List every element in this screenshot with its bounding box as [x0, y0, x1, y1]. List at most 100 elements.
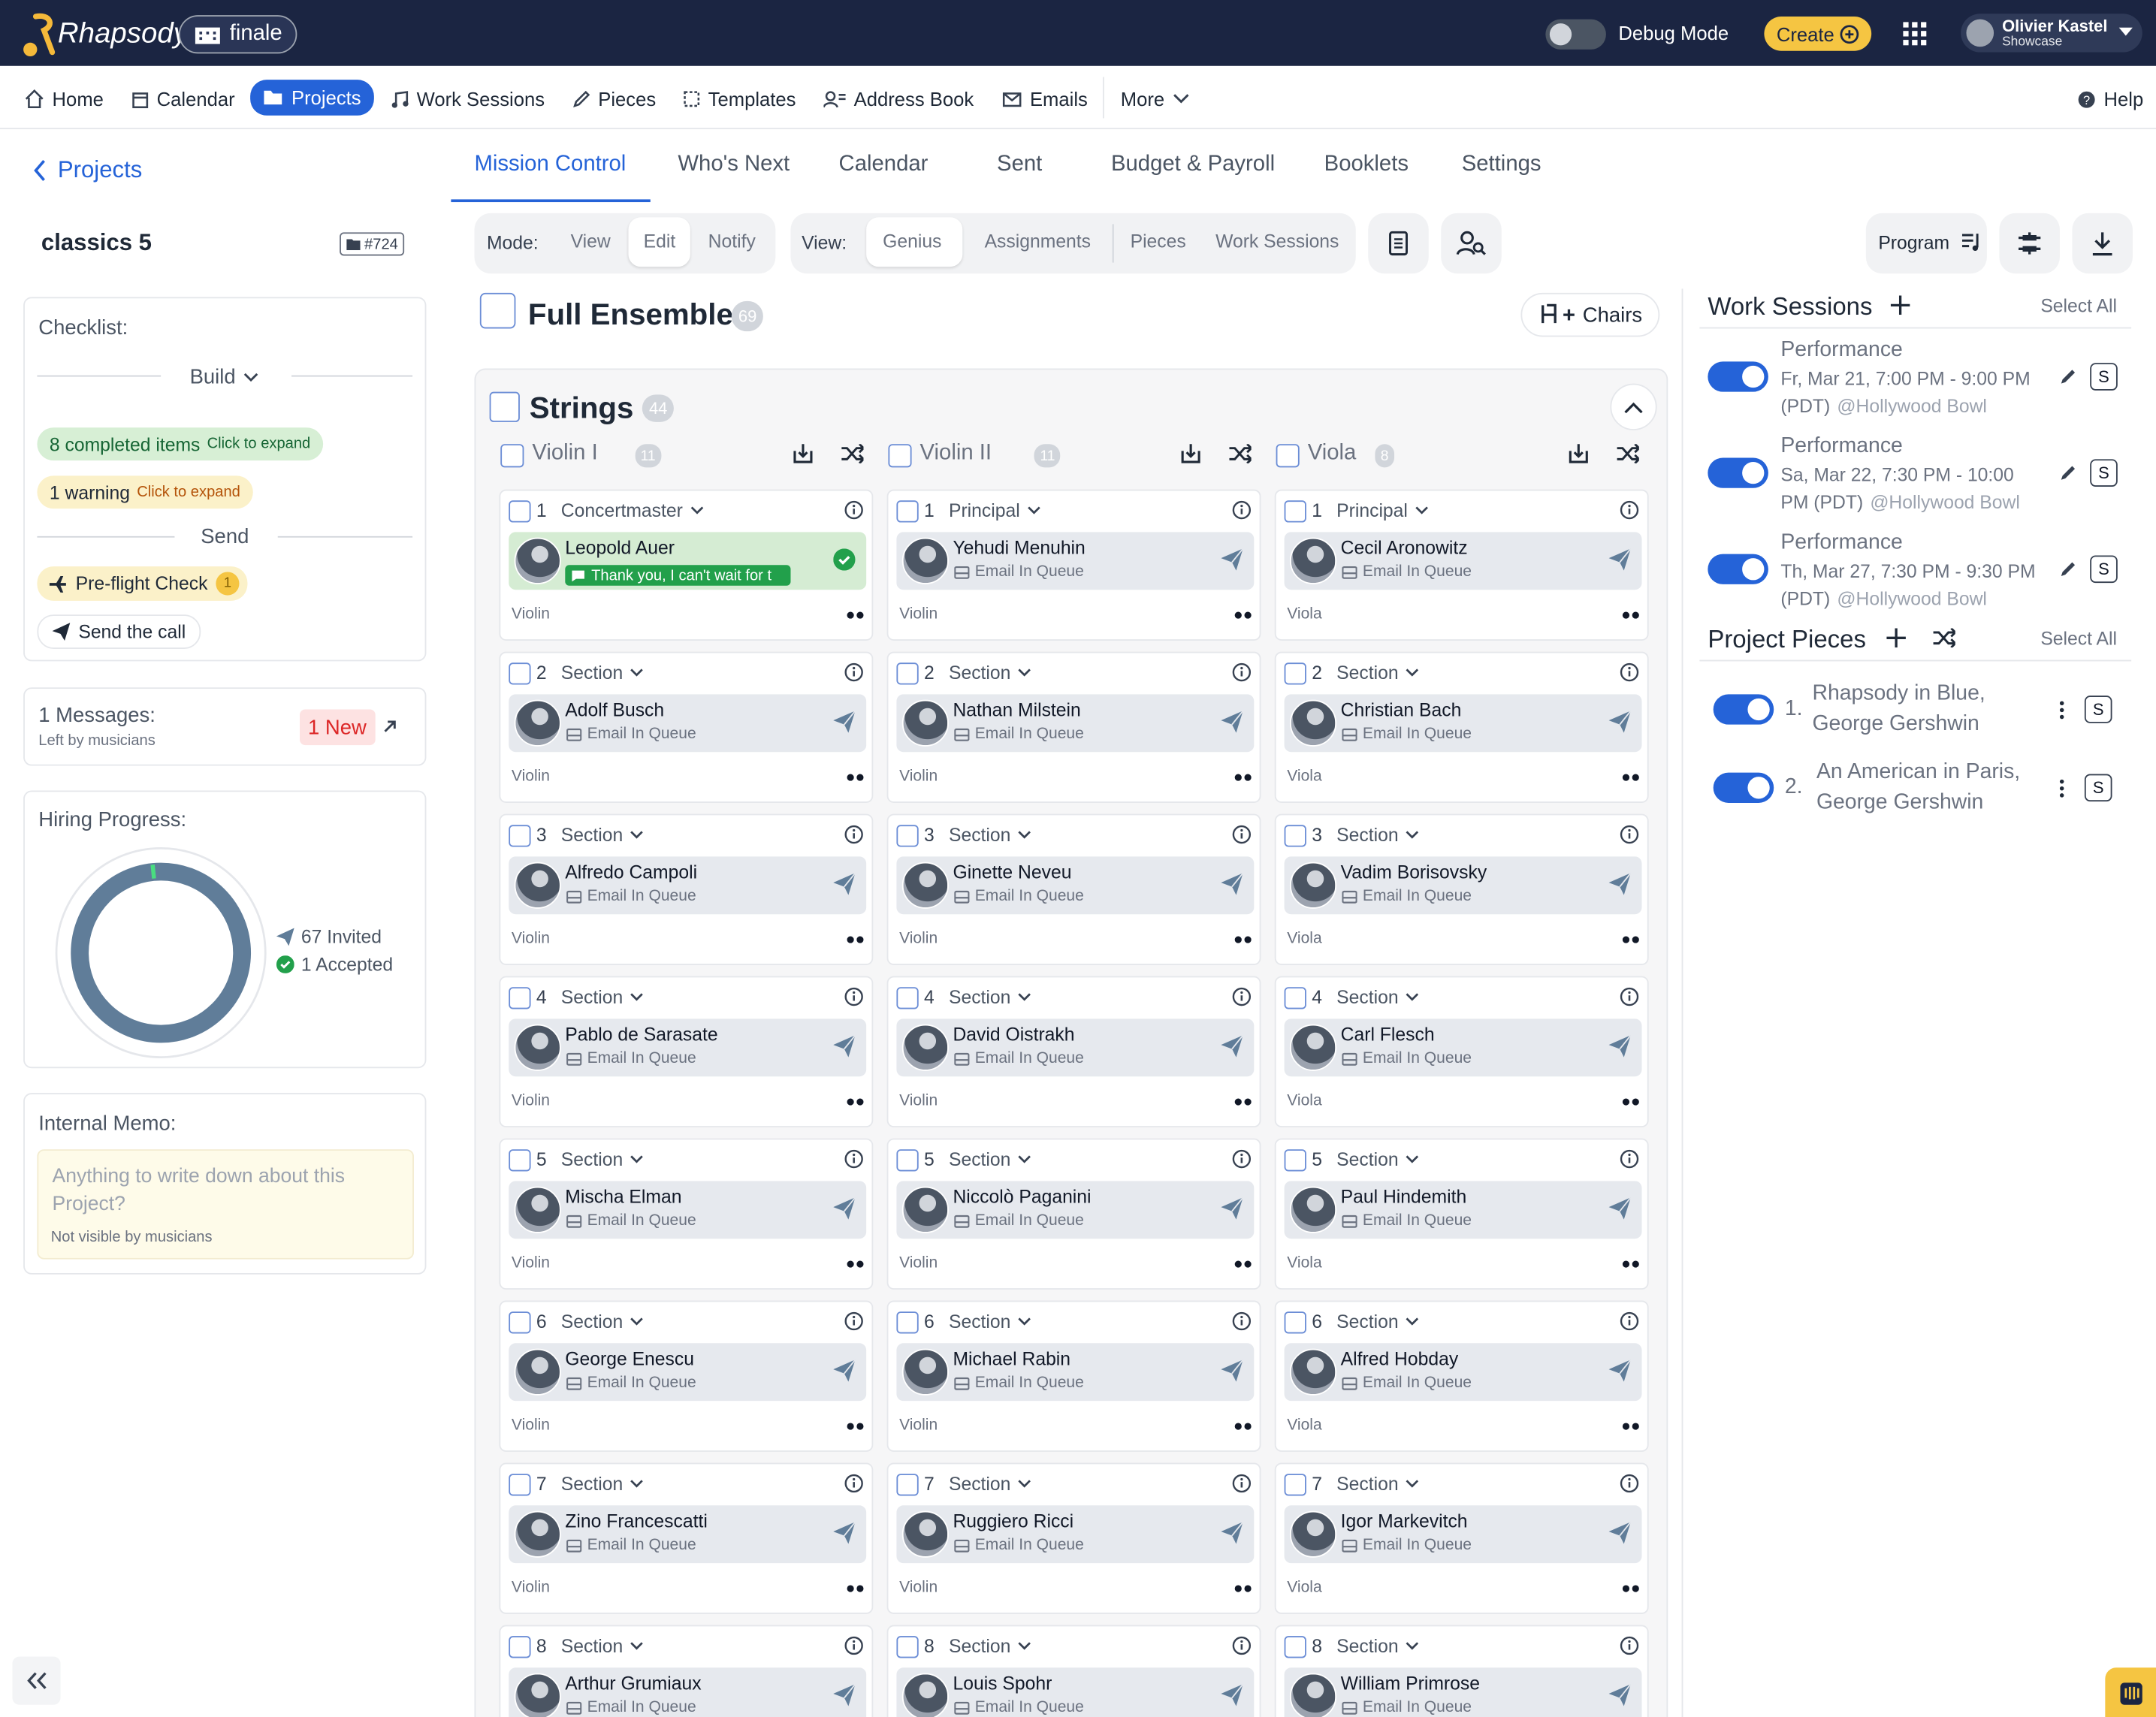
send-icon[interactable]: [1221, 1035, 1243, 1058]
musician-card[interactable]: Ginette Neveu Email In Queue: [896, 856, 1255, 915]
chair-checkbox[interactable]: [509, 1149, 531, 1172]
memo-textarea[interactable]: Anything to write down about this Projec…: [37, 1149, 414, 1260]
chair-role-dropdown[interactable]: Section: [561, 987, 644, 1008]
tab-budget-payroll[interactable]: Budget & Payroll: [1111, 152, 1275, 177]
rhapsody-logo[interactable]: Rhapsody: [20, 11, 188, 58]
chair-checkbox[interactable]: [1284, 500, 1306, 523]
chair-slot[interactable]: 1 Principal Cecil Aronowitz Email In Queue V…: [1274, 489, 1649, 641]
musician-card[interactable]: Vadim Borisovsky Email In Queue: [1284, 856, 1642, 915]
work-sessions-select-all[interactable]: Select All: [2040, 296, 2117, 316]
external-arrow-icon[interactable]: [382, 719, 397, 734]
send-icon[interactable]: [1608, 711, 1631, 733]
user-menu[interactable]: Olivier Kastel Showcase: [1961, 14, 2142, 53]
view-assignments[interactable]: Assignments: [985, 231, 1091, 252]
chair-slot[interactable]: 8SectionArthur GrumiauxEmail In QueueVio…: [499, 1625, 874, 1717]
work-session-toggle[interactable]: [1708, 554, 1768, 584]
new-messages-badge[interactable]: 1 New: [300, 709, 375, 746]
musician-card[interactable]: Nathan Milstein Email In Queue: [896, 694, 1255, 753]
send-icon[interactable]: [1221, 711, 1243, 733]
musician-card[interactable]: Carl Flesch Email In Queue: [1284, 1018, 1642, 1077]
send-icon[interactable]: [833, 1684, 856, 1706]
musician-card[interactable]: Alfredo Campoli Email In Queue: [509, 856, 867, 915]
send-icon[interactable]: [1608, 1197, 1631, 1220]
send-icon[interactable]: [1221, 873, 1243, 895]
send-icon[interactable]: [1608, 548, 1631, 571]
chair-role-dropdown[interactable]: Section: [1336, 1636, 1419, 1657]
chair-slot[interactable]: 6 Section Alfred Hobday Email In Queue Viola: [1274, 1300, 1649, 1452]
collapse-sidebar-button[interactable]: [12, 1656, 61, 1705]
chair-slot[interactable]: 4 Section Carl Flesch Email In Queue Viola: [1274, 976, 1649, 1127]
more-options-icon[interactable]: [1622, 1260, 1639, 1268]
musician-card[interactable]: Cecil Aronowitz Email In Queue: [1284, 532, 1642, 590]
info-icon[interactable]: [844, 500, 864, 520]
send-icon[interactable]: [833, 873, 856, 895]
nav-emails[interactable]: Emails: [1002, 83, 1088, 116]
info-icon[interactable]: [1232, 662, 1252, 682]
musician-card[interactable]: Leopold Auer Thank you, I can't wait for …: [509, 532, 867, 590]
chair-checkbox[interactable]: [1284, 1474, 1306, 1496]
more-options-icon[interactable]: [1622, 774, 1639, 781]
work-session-toggle[interactable]: [1708, 457, 1768, 488]
chair-role-dropdown[interactable]: Section: [949, 1311, 1031, 1332]
info-icon[interactable]: [844, 662, 864, 682]
import-icon[interactable]: [792, 442, 814, 464]
import-icon[interactable]: [1568, 442, 1590, 464]
more-options-icon[interactable]: [1622, 611, 1639, 619]
more-options-icon[interactable]: [847, 1423, 864, 1430]
send-icon[interactable]: [1608, 873, 1631, 895]
view-genius[interactable]: Genius: [883, 231, 941, 252]
chair-role-dropdown[interactable]: Section: [561, 1149, 644, 1170]
chair-role-dropdown[interactable]: Section: [949, 1474, 1031, 1495]
send-icon[interactable]: [833, 1359, 856, 1382]
more-options-icon[interactable]: [1234, 1260, 1252, 1268]
preflight-check-button[interactable]: Pre-flight Check 1: [37, 566, 248, 601]
work-session-toggle[interactable]: [1708, 361, 1768, 392]
nav-more[interactable]: More: [1121, 83, 1189, 116]
musician-card[interactable]: George Enescu Email In Queue: [509, 1343, 867, 1402]
musician-card[interactable]: Michael Rabin Email In Queue: [896, 1343, 1255, 1402]
chair-slot[interactable]: 7 Section Zino Francescatti Email In Queue V…: [499, 1462, 874, 1614]
chair-slot[interactable]: 5 Section Paul Hindemith Email In Queue Viol…: [1274, 1138, 1649, 1290]
nav-pieces[interactable]: Pieces: [572, 83, 656, 116]
shuffle-icon[interactable]: [1933, 628, 1955, 648]
chair-role-dropdown[interactable]: Section: [561, 1636, 644, 1657]
document-button[interactable]: [1368, 213, 1429, 274]
apps-grid-icon[interactable]: [1903, 22, 1927, 46]
musician-card[interactable]: Igor Markevitch Email In Queue: [1284, 1505, 1642, 1564]
chair-slot[interactable]: 8SectionWilliam PrimroseEmail In QueueVi…: [1274, 1625, 1649, 1717]
build-dropdown[interactable]: Build: [190, 366, 259, 389]
send-icon[interactable]: [1608, 1522, 1631, 1544]
chair-role-dropdown[interactable]: Section: [561, 825, 644, 846]
mode-edit-active[interactable]: Edit: [628, 217, 690, 267]
send-icon[interactable]: [1608, 1035, 1631, 1058]
chair-slot[interactable]: 2 Section Christian Bach Email In Queue Viol…: [1274, 651, 1649, 803]
chair-role-dropdown[interactable]: Section: [949, 1636, 1031, 1657]
edit-pencil-icon[interactable]: [2058, 560, 2078, 579]
info-icon[interactable]: [844, 1636, 864, 1655]
musician-card[interactable]: Christian Bach Email In Queue: [1284, 694, 1642, 753]
more-options-icon[interactable]: [1234, 1585, 1252, 1592]
info-icon[interactable]: [844, 825, 864, 844]
send-icon[interactable]: [833, 1035, 856, 1058]
info-icon[interactable]: [1232, 1311, 1252, 1331]
chair-slot[interactable]: 3 Section Alfredo Campoli Email In Queue Vio…: [499, 813, 874, 965]
info-icon[interactable]: [1620, 662, 1639, 682]
help-link[interactable]: ? Help: [2078, 83, 2143, 116]
nav-calendar[interactable]: Calendar: [132, 83, 235, 116]
chair-checkbox[interactable]: [509, 825, 531, 847]
tab-whos-next[interactable]: Who's Next: [678, 152, 790, 177]
chair-role-dropdown[interactable]: Section: [949, 825, 1031, 846]
info-icon[interactable]: [844, 987, 864, 1006]
tab-settings[interactable]: Settings: [1462, 152, 1542, 177]
more-options-icon[interactable]: [847, 1098, 864, 1106]
chair-checkbox[interactable]: [509, 1636, 531, 1658]
chair-role-dropdown[interactable]: Section: [1336, 987, 1419, 1008]
chair-role-dropdown[interactable]: Section: [1336, 1311, 1419, 1332]
chair-slot[interactable]: 2 Section Adolf Busch Email In Queue Violin: [499, 651, 874, 803]
support-widget-button[interactable]: [2105, 1667, 2156, 1717]
more-options-icon[interactable]: [1622, 936, 1639, 943]
more-options-icon[interactable]: [1234, 774, 1252, 781]
chair-checkbox[interactable]: [896, 1474, 919, 1496]
chair-slot[interactable]: 4 Section Pablo de Sarasate Email In Queue V…: [499, 976, 874, 1127]
session-s-button[interactable]: S: [2090, 363, 2118, 391]
